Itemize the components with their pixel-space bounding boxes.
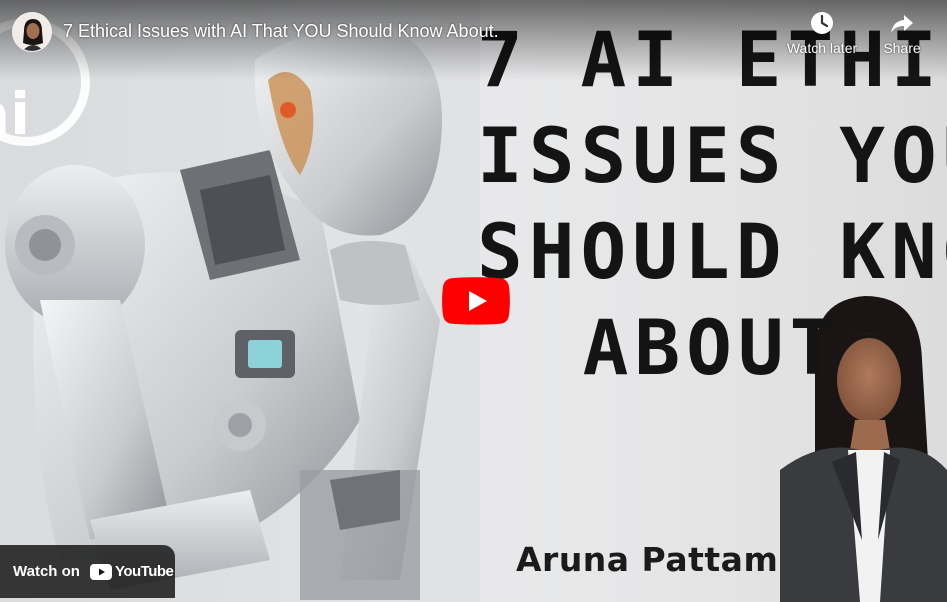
headline-line: ISSUES YOU [477, 111, 947, 200]
youtube-logo: YouTube [89, 563, 174, 580]
youtube-logo-icon [89, 563, 112, 580]
headline-line: ABOUT [582, 303, 842, 392]
watch-on-youtube-button[interactable]: Watch on YouTube [0, 545, 175, 598]
watch-later-button[interactable]: Watch later [782, 10, 862, 56]
watch-on-label: Watch on [13, 563, 80, 580]
watermark-text: ai [0, 80, 31, 148]
clock-icon [811, 12, 833, 34]
play-button[interactable] [442, 277, 510, 325]
thumbnail-author-name: Aruna Pattam [516, 540, 779, 579]
share-button[interactable]: Share [862, 10, 942, 56]
headline-line: SHOULD KNOW [477, 207, 947, 296]
play-icon [442, 277, 510, 325]
avatar-portrait [13, 13, 51, 51]
watch-later-label: Watch later [786, 40, 858, 56]
video-embed-player[interactable]: ai 7 AI ETHICAL ISSUES YOU SHOULD KNOW A… [0, 0, 947, 602]
youtube-wordmark: YouTube [114, 563, 174, 580]
share-arrow-icon [891, 15, 913, 33]
share-label: Share [883, 40, 921, 56]
video-title-link[interactable]: 7 Ethical Issues with AI That YOU Should… [63, 21, 499, 42]
channel-avatar[interactable] [12, 12, 52, 52]
